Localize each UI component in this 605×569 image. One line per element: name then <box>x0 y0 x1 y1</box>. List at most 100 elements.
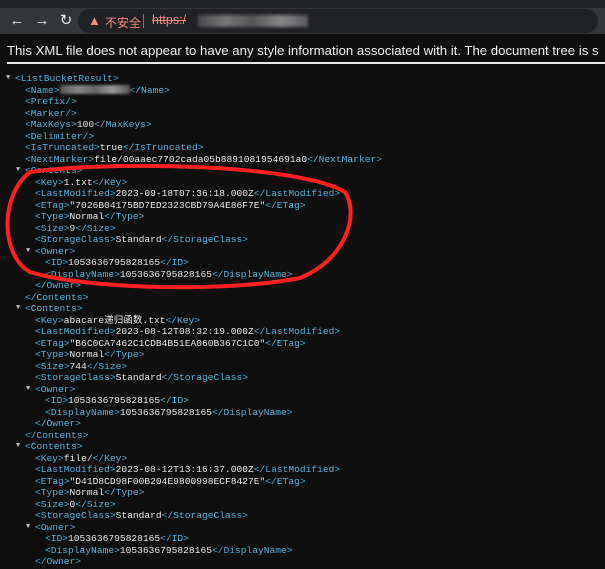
collapse-triangle-icon[interactable]: ▼ <box>16 303 20 315</box>
xml-close-tag: </Type> <box>104 211 145 222</box>
xml-text-value: 744 <box>69 360 87 372</box>
xml-open-tag: <StorageClass> <box>35 510 116 521</box>
xml-line: <Type>Normal</Type> <box>35 211 144 223</box>
xml-close-tag: </Size> <box>75 498 116 510</box>
xml-text-value: abacare递归函数.txt <box>63 314 166 326</box>
xml-text-value: 2023-09-18T07:36:18.000Z <box>115 188 254 199</box>
xml-line: ▼ <Owner> <box>26 522 75 534</box>
xml-close-tag: </ID> <box>160 395 189 406</box>
xml-close-tag: </Key> <box>165 314 201 326</box>
xml-text-value: file/00aaec7702cada05b8891081954691a0 <box>94 153 308 165</box>
xml-open-tag: <Contents> <box>25 303 83 314</box>
xml-text-value: "B6C0CA7462C1CDB4B51EA060B367C1C0" <box>69 337 266 349</box>
xml-close-tag: </Type> <box>104 487 145 498</box>
collapse-triangle-icon[interactable]: ▼ <box>26 246 30 258</box>
xml-text-value: 1053636795828165 <box>68 257 161 268</box>
xml-line: </Owner> <box>35 280 81 292</box>
xml-text-value: Normal <box>69 211 105 222</box>
xml-line: <ID>1053636795828165</ID> <box>45 257 189 269</box>
xml-line: <Size>0</Size> <box>35 499 116 511</box>
xml-line: <Key>abacare递归函数.txt</Key> <box>35 315 200 327</box>
xml-text-value: 2023-08-12T08:32:19.000Z <box>115 326 254 337</box>
xml-close-tag: </Key> <box>92 176 128 188</box>
xml-line: <ETag>"D41D8CD98F00B204E9800998ECF8427E"… <box>35 476 306 488</box>
xml-open-tag: <Size> <box>35 360 70 372</box>
xml-line: ▼ <Contents> <box>16 165 83 177</box>
xml-open-tag: <ETag> <box>35 475 70 487</box>
xml-line: <LastModified>2023-09-18T07:36:18.000Z</… <box>35 188 340 200</box>
xml-line: <Prefix/> <box>25 96 77 108</box>
reload-icon[interactable]: ↻ <box>56 11 76 31</box>
xml-open-tag: <MaxKeys> <box>25 119 77 130</box>
xml-open-tag: <Contents> <box>25 165 83 176</box>
xml-open-tag: <Owner> <box>35 245 76 257</box>
xml-line: <Key>file/</Key> <box>35 453 127 465</box>
xml-open-tag: <ETag> <box>35 337 70 349</box>
xml-line: <StorageClass>Standard</StorageClass> <box>35 372 248 384</box>
xml-open-tag: <Type> <box>35 349 70 360</box>
xml-line: <Name> </Name> <box>25 85 170 97</box>
xml-close-tag: </Size> <box>75 222 116 234</box>
xml-open-tag: <NextMarker> <box>25 153 95 165</box>
xml-open-tag: <Name> <box>25 84 60 96</box>
xml-open-tag: <LastModified> <box>35 188 116 199</box>
xml-close-tag: </DisplayName> <box>211 268 293 280</box>
url-redacted <box>198 15 308 27</box>
xml-line: <Type>Normal</Type> <box>35 487 144 499</box>
xml-close-tag: </DisplayName> <box>211 406 293 418</box>
collapse-triangle-icon[interactable]: ▼ <box>26 522 30 534</box>
xml-line: <ETag>"B6C0CA7462C1CDB4B51EA060B367C1C0"… <box>35 338 306 350</box>
xml-text-value: Normal <box>69 487 105 498</box>
collapse-triangle-icon[interactable]: ▼ <box>6 73 10 85</box>
divider <box>143 14 144 28</box>
xml-close-tag: </ETag> <box>265 475 306 487</box>
xml-text-value: 1053636795828165 <box>119 406 212 418</box>
xml-open-tag: <Key> <box>35 452 64 464</box>
xml-line: <ID>1053636795828165</ID> <box>45 395 189 407</box>
xml-close-tag: </ETag> <box>265 337 306 349</box>
xml-line: <Size>9</Size> <box>35 223 116 235</box>
xml-text-value: "7026B04175BD7ED2323CBD79A4E86F7E" <box>69 199 266 211</box>
xml-close-tag: </LastModified> <box>253 464 341 475</box>
xml-close-tag: </ETag> <box>265 199 306 211</box>
xml-open-tag: <Size> <box>35 498 70 510</box>
xml-close-tag: </DisplayName> <box>211 544 293 556</box>
xml-close-tag: </StorageClass> <box>161 372 249 383</box>
xml-line: <Type>Normal</Type> <box>35 349 144 361</box>
xml-open-tag: <Contents> <box>25 441 83 452</box>
forward-arrow-icon[interactable]: → <box>32 11 52 31</box>
xml-line: </Contents> <box>25 292 88 304</box>
xml-line: </Owner> <box>35 418 81 430</box>
back-arrow-icon[interactable]: ← <box>7 11 27 31</box>
tab-strip <box>0 0 605 8</box>
xml-line: <NextMarker>file/00aaec7702cada05b889108… <box>25 154 382 166</box>
xml-line: <DisplayName>1053636795828165</DisplayNa… <box>45 269 293 281</box>
xml-line: <IsTruncated>true</IsTruncated> <box>25 142 203 154</box>
xml-text-value: "D41D8CD98F00B204E9800998ECF8427E" <box>69 475 266 487</box>
xml-close-tag: </LastModified> <box>253 188 341 199</box>
xml-close-tag: </Name> <box>129 84 170 96</box>
xml-open-tag: <LastModified> <box>35 326 116 337</box>
xml-style-info-banner: This XML file does not appear to have an… <box>7 43 599 58</box>
xml-line: ▼ <Owner> <box>26 245 76 258</box>
address-bar[interactable]: ▲ 不安全 https:/ <box>78 9 598 33</box>
url-text[interactable]: https:/ <box>152 13 186 27</box>
xml-line: <Delimiter/> <box>25 131 94 143</box>
collapse-triangle-icon[interactable]: ▼ <box>26 384 30 396</box>
xml-open-tag: <Marker/> <box>25 107 77 119</box>
xml-line: <DisplayName>1053636795828165</DisplayNa… <box>45 407 293 419</box>
xml-line: </Contents> <box>25 430 88 442</box>
collapse-triangle-icon[interactable]: ▼ <box>16 441 20 453</box>
warning-triangle-icon[interactable]: ▲ <box>88 13 101 28</box>
xml-line: <ID>1053636795828165</ID> <box>45 533 189 545</box>
collapse-triangle-icon[interactable]: ▼ <box>16 165 20 177</box>
xml-text-value: Standard <box>115 234 162 245</box>
xml-line: ▼ <Owner> <box>26 384 75 396</box>
security-label[interactable]: 不安全 <box>105 14 141 31</box>
xml-line: ▼ <Contents> <box>16 303 83 315</box>
xml-open-tag: <Key> <box>35 314 64 326</box>
xml-open-tag: <Type> <box>35 487 70 498</box>
xml-close-tag: </ID> <box>160 257 189 268</box>
xml-line: <DisplayName>1053636795828165</DisplayNa… <box>45 545 293 557</box>
xml-line: <LastModified>2023-08-12T08:32:19.000Z</… <box>35 326 340 338</box>
